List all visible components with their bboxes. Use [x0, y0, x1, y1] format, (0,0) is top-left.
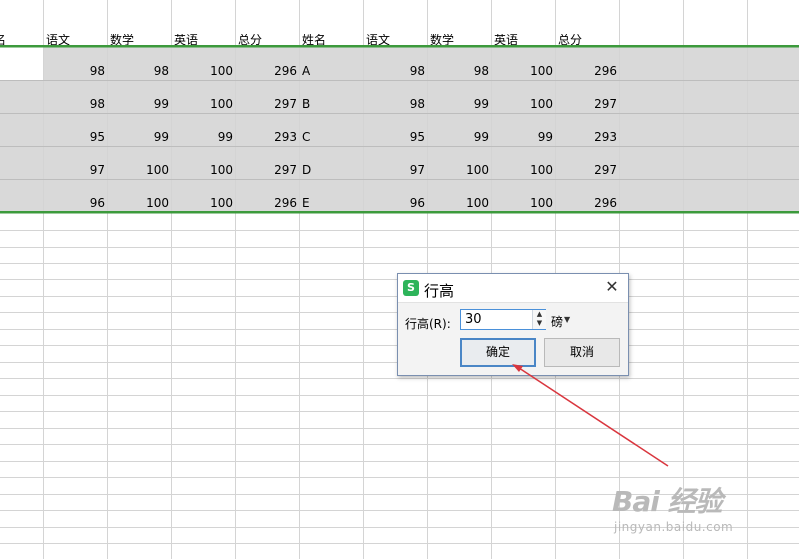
row-height-dialog: S 行高 ✕ 行高(R): ▲ ▼ 磅 ▼ 确定 取消: [397, 273, 629, 376]
table-cell[interactable]: 97: [43, 164, 105, 178]
table-cell[interactable]: 293: [555, 131, 617, 145]
table-cell[interactable]: 100: [491, 98, 553, 112]
table-cell[interactable]: 296: [555, 65, 617, 79]
column-header[interactable]: 姓名: [0, 34, 43, 48]
table-cell[interactable]: 100: [171, 197, 233, 211]
table-cell[interactable]: 99: [171, 131, 233, 145]
unit-dropdown[interactable]: 磅: [551, 313, 563, 330]
column-header[interactable]: 语文: [366, 34, 427, 48]
wps-logo-icon: S: [403, 280, 419, 296]
dialog-title: 行高: [424, 282, 455, 300]
table-cell[interactable]: 99: [107, 131, 169, 145]
watermark-main: Bai 经验: [612, 485, 723, 518]
table-cell[interactable]: 100: [171, 65, 233, 79]
row-height-label: 行高(R):: [405, 317, 451, 331]
table-cell[interactable]: 296: [235, 197, 297, 211]
table-cell[interactable]: 98: [363, 98, 425, 112]
cancel-button[interactable]: 取消: [544, 338, 620, 367]
table-cell[interactable]: B: [302, 98, 363, 112]
caret-down-icon[interactable]: ▼: [564, 315, 570, 324]
table-cell[interactable]: 100: [171, 98, 233, 112]
table-cell[interactable]: C: [302, 131, 363, 145]
table-cell[interactable]: 100: [107, 164, 169, 178]
table-cell[interactable]: 96: [363, 197, 425, 211]
watermark-url: jingyan.baidu.com: [614, 520, 734, 534]
dialog-titlebar: S 行高 ✕: [398, 274, 628, 303]
table-cell[interactable]: 297: [235, 164, 297, 178]
table-cell[interactable]: A: [302, 65, 363, 79]
table-cell[interactable]: 95: [43, 131, 105, 145]
table-cell[interactable]: E: [0, 197, 43, 211]
table-cell[interactable]: 99: [491, 131, 553, 145]
table-cell[interactable]: 100: [171, 164, 233, 178]
table-cell[interactable]: 98: [363, 65, 425, 79]
table-cell[interactable]: 95: [363, 131, 425, 145]
table-cell[interactable]: 297: [235, 98, 297, 112]
table-cell[interactable]: 98: [43, 65, 105, 79]
table-cell[interactable]: 296: [555, 197, 617, 211]
table-cell[interactable]: D: [302, 164, 363, 178]
table-cell[interactable]: 100: [491, 197, 553, 211]
table-cell[interactable]: 100: [107, 197, 169, 211]
column-header[interactable]: 数学: [430, 34, 491, 48]
table-cell[interactable]: 99: [107, 98, 169, 112]
close-icon[interactable]: ✕: [602, 277, 622, 297]
table-cell[interactable]: 100: [427, 164, 489, 178]
table-cell[interactable]: B: [0, 98, 43, 112]
table-cell[interactable]: C: [0, 131, 43, 145]
column-header[interactable]: 姓名: [302, 34, 363, 48]
table-cell[interactable]: 99: [427, 131, 489, 145]
table-cell[interactable]: 297: [555, 164, 617, 178]
table-cell[interactable]: 297: [555, 98, 617, 112]
table-cell[interactable]: 100: [491, 164, 553, 178]
table-cell[interactable]: 99: [427, 98, 489, 112]
column-header[interactable]: 英语: [174, 34, 235, 48]
table-cell[interactable]: 98: [43, 98, 105, 112]
table-cell[interactable]: D: [0, 164, 43, 178]
spin-up-icon[interactable]: ▲: [533, 310, 546, 319]
column-header[interactable]: 总分: [558, 34, 619, 48]
table-cell[interactable]: 100: [491, 65, 553, 79]
column-header[interactable]: 数学: [110, 34, 171, 48]
table-cell[interactable]: 296: [235, 65, 297, 79]
table-cell[interactable]: 293: [235, 131, 297, 145]
column-header[interactable]: 语文: [46, 34, 107, 48]
table-cell[interactable]: 96: [43, 197, 105, 211]
ok-button[interactable]: 确定: [460, 338, 536, 367]
table-cell[interactable]: 98: [107, 65, 169, 79]
column-header[interactable]: 总分: [238, 34, 299, 48]
row-height-spinner[interactable]: ▲ ▼: [532, 310, 546, 329]
table-cell[interactable]: A: [0, 65, 43, 79]
table-cell[interactable]: 100: [427, 197, 489, 211]
spin-down-icon[interactable]: ▼: [533, 319, 546, 328]
column-header[interactable]: 英语: [494, 34, 555, 48]
table-cell[interactable]: 97: [363, 164, 425, 178]
table-cell[interactable]: 98: [427, 65, 489, 79]
baidu-jingyan-watermark: Bai 经验 jingyan.baidu.com: [612, 480, 792, 540]
table-cell[interactable]: E: [302, 197, 363, 211]
